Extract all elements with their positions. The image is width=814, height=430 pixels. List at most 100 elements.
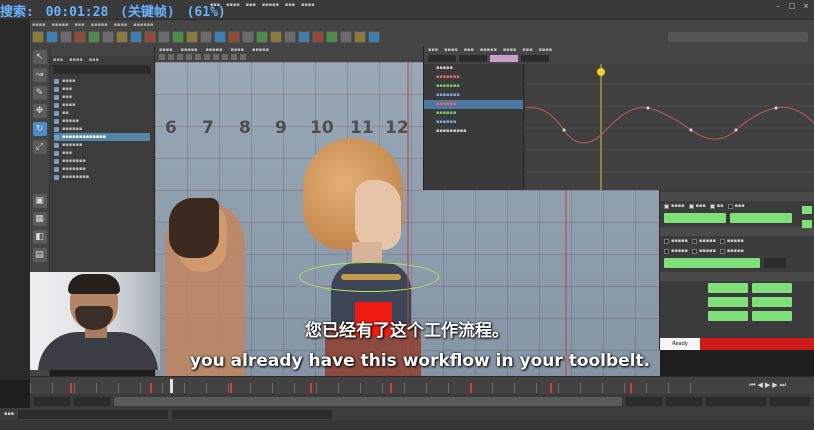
shelf-tab[interactable]: ▪▪▪▪▪ — [52, 22, 69, 28]
graph-menu-item[interactable]: ▪▪▪▪ — [444, 47, 458, 53]
workspace-selector[interactable] — [668, 32, 808, 42]
shelf-tool-icon[interactable] — [102, 31, 114, 43]
shelf-tool-icon[interactable] — [256, 31, 268, 43]
shelf-tool-icon[interactable] — [186, 31, 198, 43]
outliner-menu-item[interactable]: ▪▪▪ — [89, 57, 99, 63]
section-header[interactable] — [660, 227, 814, 236]
value-field[interactable] — [764, 258, 786, 268]
range-end-field[interactable] — [626, 396, 662, 406]
graph-channel-item[interactable]: ▪▪▪▪▪▪▪ — [424, 82, 523, 91]
ik-action-button[interactable] — [730, 213, 792, 223]
outliner-item[interactable]: ▪▪▪ — [54, 85, 150, 93]
time-slider[interactable]: ⏮ ◀ ▶ ▶ ⏭ — [30, 376, 814, 394]
shelf-tool-icon[interactable] — [60, 31, 72, 43]
option-checkbox[interactable]: ▪▪▪▪▪ — [719, 238, 744, 244]
shelf-tool-icon[interactable] — [172, 31, 184, 43]
viewport-menu-item[interactable]: ▪▪▪▪▪ — [181, 47, 198, 53]
option-checkbox[interactable]: ▪▪ — [709, 203, 724, 209]
graph-menu-item[interactable]: ▪▪▪▪ — [539, 47, 553, 53]
timeline-keyframe[interactable] — [150, 383, 152, 393]
outliner-item[interactable]: ▪▪▪▪ — [54, 101, 150, 109]
graph-outline-item[interactable]: ▪▪▪▪▪ — [424, 64, 523, 73]
graph-menu-item[interactable]: ▪▪▪ — [522, 47, 532, 53]
shelf-tab[interactable]: ▪▪▪▪▪ — [91, 22, 108, 28]
menu-item[interactable]: ▪▪▪▪ — [301, 2, 315, 10]
ik-action-button[interactable] — [752, 297, 792, 307]
command-input[interactable] — [18, 409, 169, 419]
timeline-keyframe[interactable] — [310, 383, 312, 393]
viewport-toolbar-icon[interactable] — [186, 54, 192, 60]
graph-channel-item-selected[interactable]: ▪▪▪▪▪▪ — [424, 100, 523, 109]
shelf-tool-icon[interactable] — [74, 31, 86, 43]
layout-outliner-icon[interactable]: ▤ — [32, 248, 47, 262]
viewport-toolbar-icon[interactable] — [231, 54, 237, 60]
go-to-start-icon[interactable]: ⏮ — [749, 381, 755, 390]
timeline-keyframe[interactable] — [470, 383, 472, 393]
character-set-dropdown[interactable] — [706, 396, 766, 406]
command-language-label[interactable]: ▪▪▪ — [4, 411, 14, 417]
layout-four-icon[interactable]: ▦ — [32, 212, 47, 226]
move-tool-icon[interactable]: ✥ — [32, 104, 47, 118]
outliner-item[interactable]: ▪▪▪▪▪▪▪▪ — [54, 173, 150, 181]
option-checkbox[interactable]: ▪▪▪▪ — [664, 203, 685, 209]
shelf-tool-icon[interactable] — [284, 31, 296, 43]
shelf-tool-icon[interactable] — [130, 31, 142, 43]
shelf-tool-icon[interactable] — [270, 31, 282, 43]
viewport-menu-item[interactable]: ▪▪▪▪ — [230, 47, 244, 53]
graph-menu-item[interactable]: ▪▪▪ — [464, 47, 474, 53]
side-green-button[interactable] — [802, 220, 812, 228]
shelf-tab[interactable]: ▪▪▪▪▪▪ — [133, 22, 153, 28]
shelf-tool-icon[interactable] — [228, 31, 240, 43]
graph-channel-item[interactable]: ▪▪▪▪▪▪ — [424, 118, 523, 127]
viewport-toolbar-icon[interactable] — [195, 54, 201, 60]
viewport-toolbar-icon[interactable] — [168, 54, 174, 60]
outliner-menu-item[interactable]: ▪▪▪ — [53, 57, 63, 63]
shelf-tab[interactable]: ▪▪▪ — [75, 22, 85, 28]
shelf-tool-icon[interactable] — [326, 31, 338, 43]
viewport-toolbar-icon[interactable] — [222, 54, 228, 60]
layout-split-icon[interactable]: ◧ — [32, 230, 47, 244]
graph-value-field[interactable] — [521, 55, 549, 62]
graph-value-field[interactable] — [490, 55, 518, 62]
range-start-field[interactable] — [74, 396, 110, 406]
shelf-tool-icon[interactable] — [46, 31, 58, 43]
minimize-icon[interactable]: – — [774, 2, 782, 10]
close-icon[interactable]: × — [802, 2, 810, 10]
outliner-item[interactable]: ▪▪▪▪ — [54, 77, 150, 85]
graph-channel-item[interactable]: ▪▪▪▪▪▪▪ — [424, 91, 523, 100]
shelf-tool-icon[interactable] — [340, 31, 352, 43]
outliner-item[interactable]: ▪▪▪ — [54, 93, 150, 101]
outliner-item[interactable]: ▪▪▪▪▪▪ — [54, 141, 150, 149]
outliner-item[interactable]: ▪▪▪▪▪▪▪ — [54, 157, 150, 165]
shelf-tool-icon[interactable] — [242, 31, 254, 43]
menu-item[interactable]: ▪▪▪ — [246, 2, 256, 10]
graph-stats-field[interactable] — [428, 55, 456, 62]
viewport-menu-item[interactable]: ▪▪▪▪▪ — [252, 47, 269, 53]
shelf-tool-icon[interactable] — [368, 31, 380, 43]
option-checkbox[interactable]: ▪▪▪▪▪ — [691, 238, 716, 244]
timeline-keyframe[interactable] — [630, 383, 632, 393]
shelf-tab[interactable]: ▪▪▪▪ — [32, 22, 46, 28]
graph-menu-item[interactable]: ▪▪▪▪▪ — [480, 47, 497, 53]
shelf-tool-icon[interactable] — [312, 31, 324, 43]
option-checkbox[interactable]: ▪▪▪ — [727, 203, 745, 209]
maximize-icon[interactable]: □ — [788, 2, 796, 10]
range-slider[interactable] — [114, 396, 622, 406]
option-checkbox[interactable]: ▪▪▪▪▪ — [664, 248, 688, 254]
option-checkbox[interactable]: ▪▪▪ — [688, 203, 706, 209]
timeline-keyframe[interactable] — [550, 383, 552, 393]
outliner-item[interactable]: ▪▪▪▪▪▪▪ — [54, 165, 150, 173]
option-checkbox[interactable]: ▪▪▪▪▪ — [719, 248, 744, 254]
graph-channel-item[interactable]: ▪▪▪▪▪▪▪▪▪ — [424, 127, 523, 136]
timeline-keyframe[interactable] — [70, 383, 72, 393]
shelf-tool-icon[interactable] — [298, 31, 310, 43]
outliner-item-selected[interactable]: ▪▪▪▪▪▪▪▪▪▪▪▪▪ — [54, 133, 150, 141]
viewport-menu-item[interactable]: ▪▪▪▪ — [159, 47, 173, 53]
go-to-end-icon[interactable]: ⏭ — [780, 381, 786, 390]
graph-area[interactable] — [526, 64, 814, 190]
character-face[interactable] — [355, 180, 401, 250]
section-header[interactable] — [660, 192, 814, 201]
graph-menu-item[interactable]: ▪▪▪▪ — [503, 47, 517, 53]
step-back-icon[interactable]: ◀ — [758, 381, 763, 390]
fps-dropdown[interactable] — [770, 396, 810, 406]
